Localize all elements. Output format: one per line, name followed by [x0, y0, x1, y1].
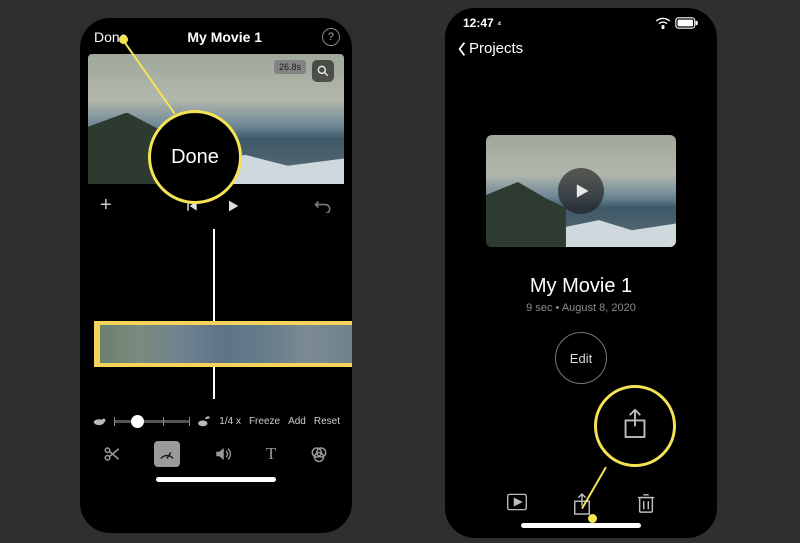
add-speed-segment-button[interactable]: Add [288, 416, 306, 427]
help-icon[interactable]: ? [322, 28, 340, 46]
trash-icon[interactable] [636, 492, 656, 516]
titles-icon[interactable]: T [266, 444, 276, 464]
annotation-done-label: Done [150, 112, 240, 202]
freeze-button[interactable]: Freeze [249, 416, 280, 427]
annotation-share-dot [588, 514, 597, 523]
zoom-icon[interactable] [312, 60, 334, 82]
project-thumbnail[interactable] [486, 135, 676, 247]
timeline[interactable] [80, 229, 352, 409]
filters-icon[interactable] [309, 445, 329, 463]
speed-controls: 1/4 x Freeze Add Reset [80, 409, 352, 431]
annotation-done-dot [119, 35, 128, 44]
play-overlay-icon[interactable] [558, 168, 604, 214]
speedometer-icon[interactable] [154, 441, 180, 467]
project-title-header: My Movie 1 [187, 29, 262, 45]
project-meta: 9 sec • August 8, 2020 [526, 302, 636, 314]
project-detail: My Movie 1 9 sec • August 8, 2020 Edit [445, 135, 717, 384]
scissors-icon[interactable] [103, 445, 121, 463]
project-title: My Movie 1 [530, 275, 632, 298]
annotation-share-icon [622, 408, 648, 440]
speed-rate-label: 1/4 x [219, 416, 241, 427]
reset-speed-button[interactable]: Reset [314, 416, 340, 427]
chevron-left-icon [457, 41, 467, 57]
turtle-icon [92, 416, 106, 426]
back-label: Projects [469, 40, 523, 57]
battery-icon [675, 17, 699, 29]
playhead[interactable] [213, 229, 215, 399]
add-media-button[interactable]: + [100, 194, 112, 217]
editor-toolbar: T [80, 431, 352, 473]
speed-slider[interactable] [114, 420, 189, 423]
timeline-clip[interactable] [98, 321, 352, 367]
back-to-projects-button[interactable]: Projects [445, 32, 717, 65]
phone-projects-screen: 12:47 ⁴ Projects My Movie 1 9 sec • Augu… [445, 8, 717, 538]
wifi-icon [655, 17, 671, 29]
clip-duration-badge: 26.8s [274, 60, 306, 74]
rabbit-icon [197, 415, 211, 427]
phone-editor-screen: Done My Movie 1 ? 26.8s + [80, 18, 352, 533]
status-bar: 12:47 ⁴ [445, 8, 717, 32]
play-project-icon[interactable] [506, 492, 528, 516]
edit-button[interactable]: Edit [555, 332, 607, 384]
home-indicator[interactable] [521, 523, 641, 528]
undo-icon[interactable] [314, 199, 332, 213]
project-bottom-toolbar [445, 492, 717, 516]
home-indicator[interactable] [156, 477, 276, 482]
volume-icon[interactable] [213, 445, 233, 463]
play-icon[interactable] [225, 198, 241, 214]
status-time: 12:47 ⁴ [463, 16, 502, 30]
